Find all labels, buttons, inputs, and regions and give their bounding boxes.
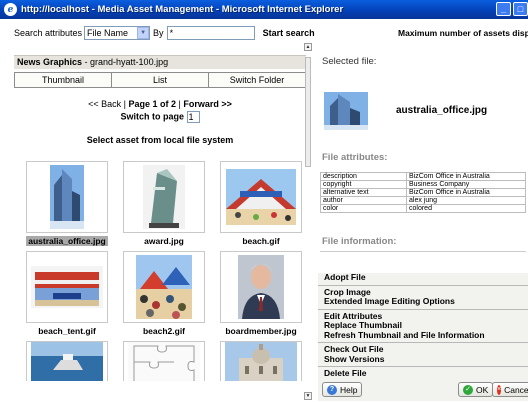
asset-filename: award.jpg — [144, 236, 184, 246]
list-item[interactable]: beach2.gif — [123, 251, 205, 336]
help-icon: ? — [327, 384, 337, 395]
window-title: http://localhost - Media Asset Managemen… — [21, 4, 344, 15]
switch-page-row: Switch to page 1 — [14, 111, 306, 123]
search-attributes-label: Search attributes — [14, 28, 83, 38]
back-link[interactable]: << Back — [88, 99, 121, 109]
asset-details-pane: Maximum number of assets displayed Selec… — [314, 19, 528, 402]
table-row: color colored — [320, 204, 526, 213]
adopt-file-action[interactable]: Adopt File — [318, 272, 528, 283]
boat-photo-icon[interactable] — [26, 341, 108, 381]
search-input[interactable]: * — [166, 26, 255, 40]
asset-filename: beach.gif — [242, 236, 280, 246]
album-name: News Graphics — [17, 57, 83, 67]
dialog-footer: ? Help ✓ OK × Cancel — [318, 379, 528, 401]
by-label: By — [153, 28, 164, 38]
tab-thumbnail[interactable]: Thumbnail — [15, 73, 112, 87]
table-row: author alex jung — [320, 196, 526, 205]
chevron-down-icon[interactable]: ▼ — [137, 27, 150, 39]
scroll-up-icon[interactable]: ▲ — [304, 43, 312, 51]
album-header: News Graphics - grand-hyatt-100.jpg — [14, 55, 306, 69]
refresh-thumbnail-action[interactable]: Refresh Thumbnail and File Information — [318, 330, 528, 341]
list-item[interactable]: beach_tent.gif — [26, 251, 108, 336]
list-item[interactable]: beach.gif — [220, 161, 302, 246]
glass-award-photo-icon[interactable] — [123, 161, 205, 233]
search-field-value: File Name — [87, 28, 129, 38]
asset-filename: beach_tent.gif — [38, 326, 96, 336]
max-assets-label: Maximum number of assets displayed — [398, 28, 528, 38]
local-file-system-link[interactable]: Select asset from local file system — [14, 135, 306, 145]
delete-file-action[interactable]: Delete File — [318, 368, 528, 379]
cancel-icon: × — [497, 384, 502, 395]
divider — [318, 366, 528, 367]
cancel-button[interactable]: × Cancel — [492, 382, 528, 397]
scroll-down-icon[interactable]: ▼ — [304, 392, 312, 400]
beach-tent-photo-icon[interactable] — [220, 161, 302, 233]
asset-filename: boardmember.jpg — [225, 326, 297, 336]
show-versions-action[interactable]: Show Versions — [318, 354, 528, 365]
window-titlebar: e http://localhost - Media Asset Managem… — [0, 0, 528, 19]
scrollbar-thumb[interactable] — [305, 57, 311, 167]
maximize-icon[interactable]: □ — [513, 2, 528, 16]
puzzle-photo-icon[interactable] — [123, 341, 205, 381]
table-row: alternative text BizCom Office in Austral… — [320, 188, 526, 197]
portrait-photo-icon[interactable] — [220, 251, 302, 323]
file-actions-menu: Adopt File Crop Image Extended Image Edi… — [318, 272, 528, 379]
file-attributes-label: File attributes: — [322, 152, 388, 163]
list-item[interactable] — [220, 341, 302, 381]
tab-list[interactable]: List — [112, 73, 209, 87]
tab-switch-folder[interactable]: Switch Folder — [209, 73, 305, 87]
building-photo-icon[interactable] — [220, 341, 302, 381]
divider — [320, 251, 526, 252]
beach-crowd-photo-icon[interactable] — [123, 251, 205, 323]
search-bar: Search attributes File Name ▼ By * Start… — [14, 25, 315, 41]
selected-file-label: Selected file: — [322, 56, 377, 67]
list-item[interactable]: award.jpg — [123, 161, 205, 246]
file-information-label: File information: — [322, 236, 397, 247]
table-row: description BizCom Office in Australia — [320, 172, 526, 181]
list-item[interactable] — [123, 341, 205, 381]
divider — [318, 342, 528, 343]
page-number-input[interactable]: 1 — [186, 111, 200, 123]
office-tower-photo-icon[interactable] — [26, 161, 108, 233]
list-item[interactable]: australia_office.jpg — [26, 161, 108, 246]
minimize-icon[interactable]: _ — [496, 2, 511, 16]
window-controls: _ □ — [496, 2, 528, 16]
list-item[interactable]: boardmember.jpg — [220, 251, 302, 336]
pager: << Back | Page 1 of 2 | Forward >> — [88, 99, 232, 109]
asset-filename: beach2.gif — [142, 326, 186, 336]
page-indicator: Page 1 of 2 — [128, 99, 177, 109]
list-item[interactable] — [26, 341, 108, 381]
selected-filename: australia_office.jpg — [396, 105, 488, 116]
help-button[interactable]: ? Help — [322, 382, 363, 397]
switch-page-label: Switch to page — [120, 111, 184, 122]
ok-button[interactable]: ✓ OK — [458, 382, 494, 397]
check-icon: ✓ — [463, 384, 473, 395]
asset-browser-pane: Search attributes File Name ▼ By * Start… — [6, 19, 315, 402]
asset-filename: australia_office.jpg — [26, 236, 108, 246]
selected-file-thumbnail — [324, 92, 368, 130]
internet-explorer-icon: e — [4, 3, 17, 16]
album-file: grand-hyatt-100.jpg — [90, 57, 169, 67]
search-field-select[interactable]: File Name ▼ — [84, 26, 151, 40]
vertical-scrollbar[interactable]: ▲ ▼ — [304, 43, 312, 402]
start-search-button[interactable]: Start search — [263, 28, 315, 38]
forward-link[interactable]: Forward >> — [183, 99, 232, 109]
file-attributes-table: description BizCom Office in Australia co… — [320, 172, 526, 213]
extended-image-editing-action[interactable]: Extended Image Editing Options — [318, 296, 528, 307]
dialog-content: Search attributes File Name ▼ By * Start… — [0, 19, 528, 402]
table-row: copyright Business Company — [320, 180, 526, 189]
divider — [318, 308, 528, 310]
divider — [318, 284, 528, 286]
view-tabs: Thumbnail List Switch Folder — [14, 72, 306, 88]
striped-tent-photo-icon[interactable] — [26, 251, 108, 323]
